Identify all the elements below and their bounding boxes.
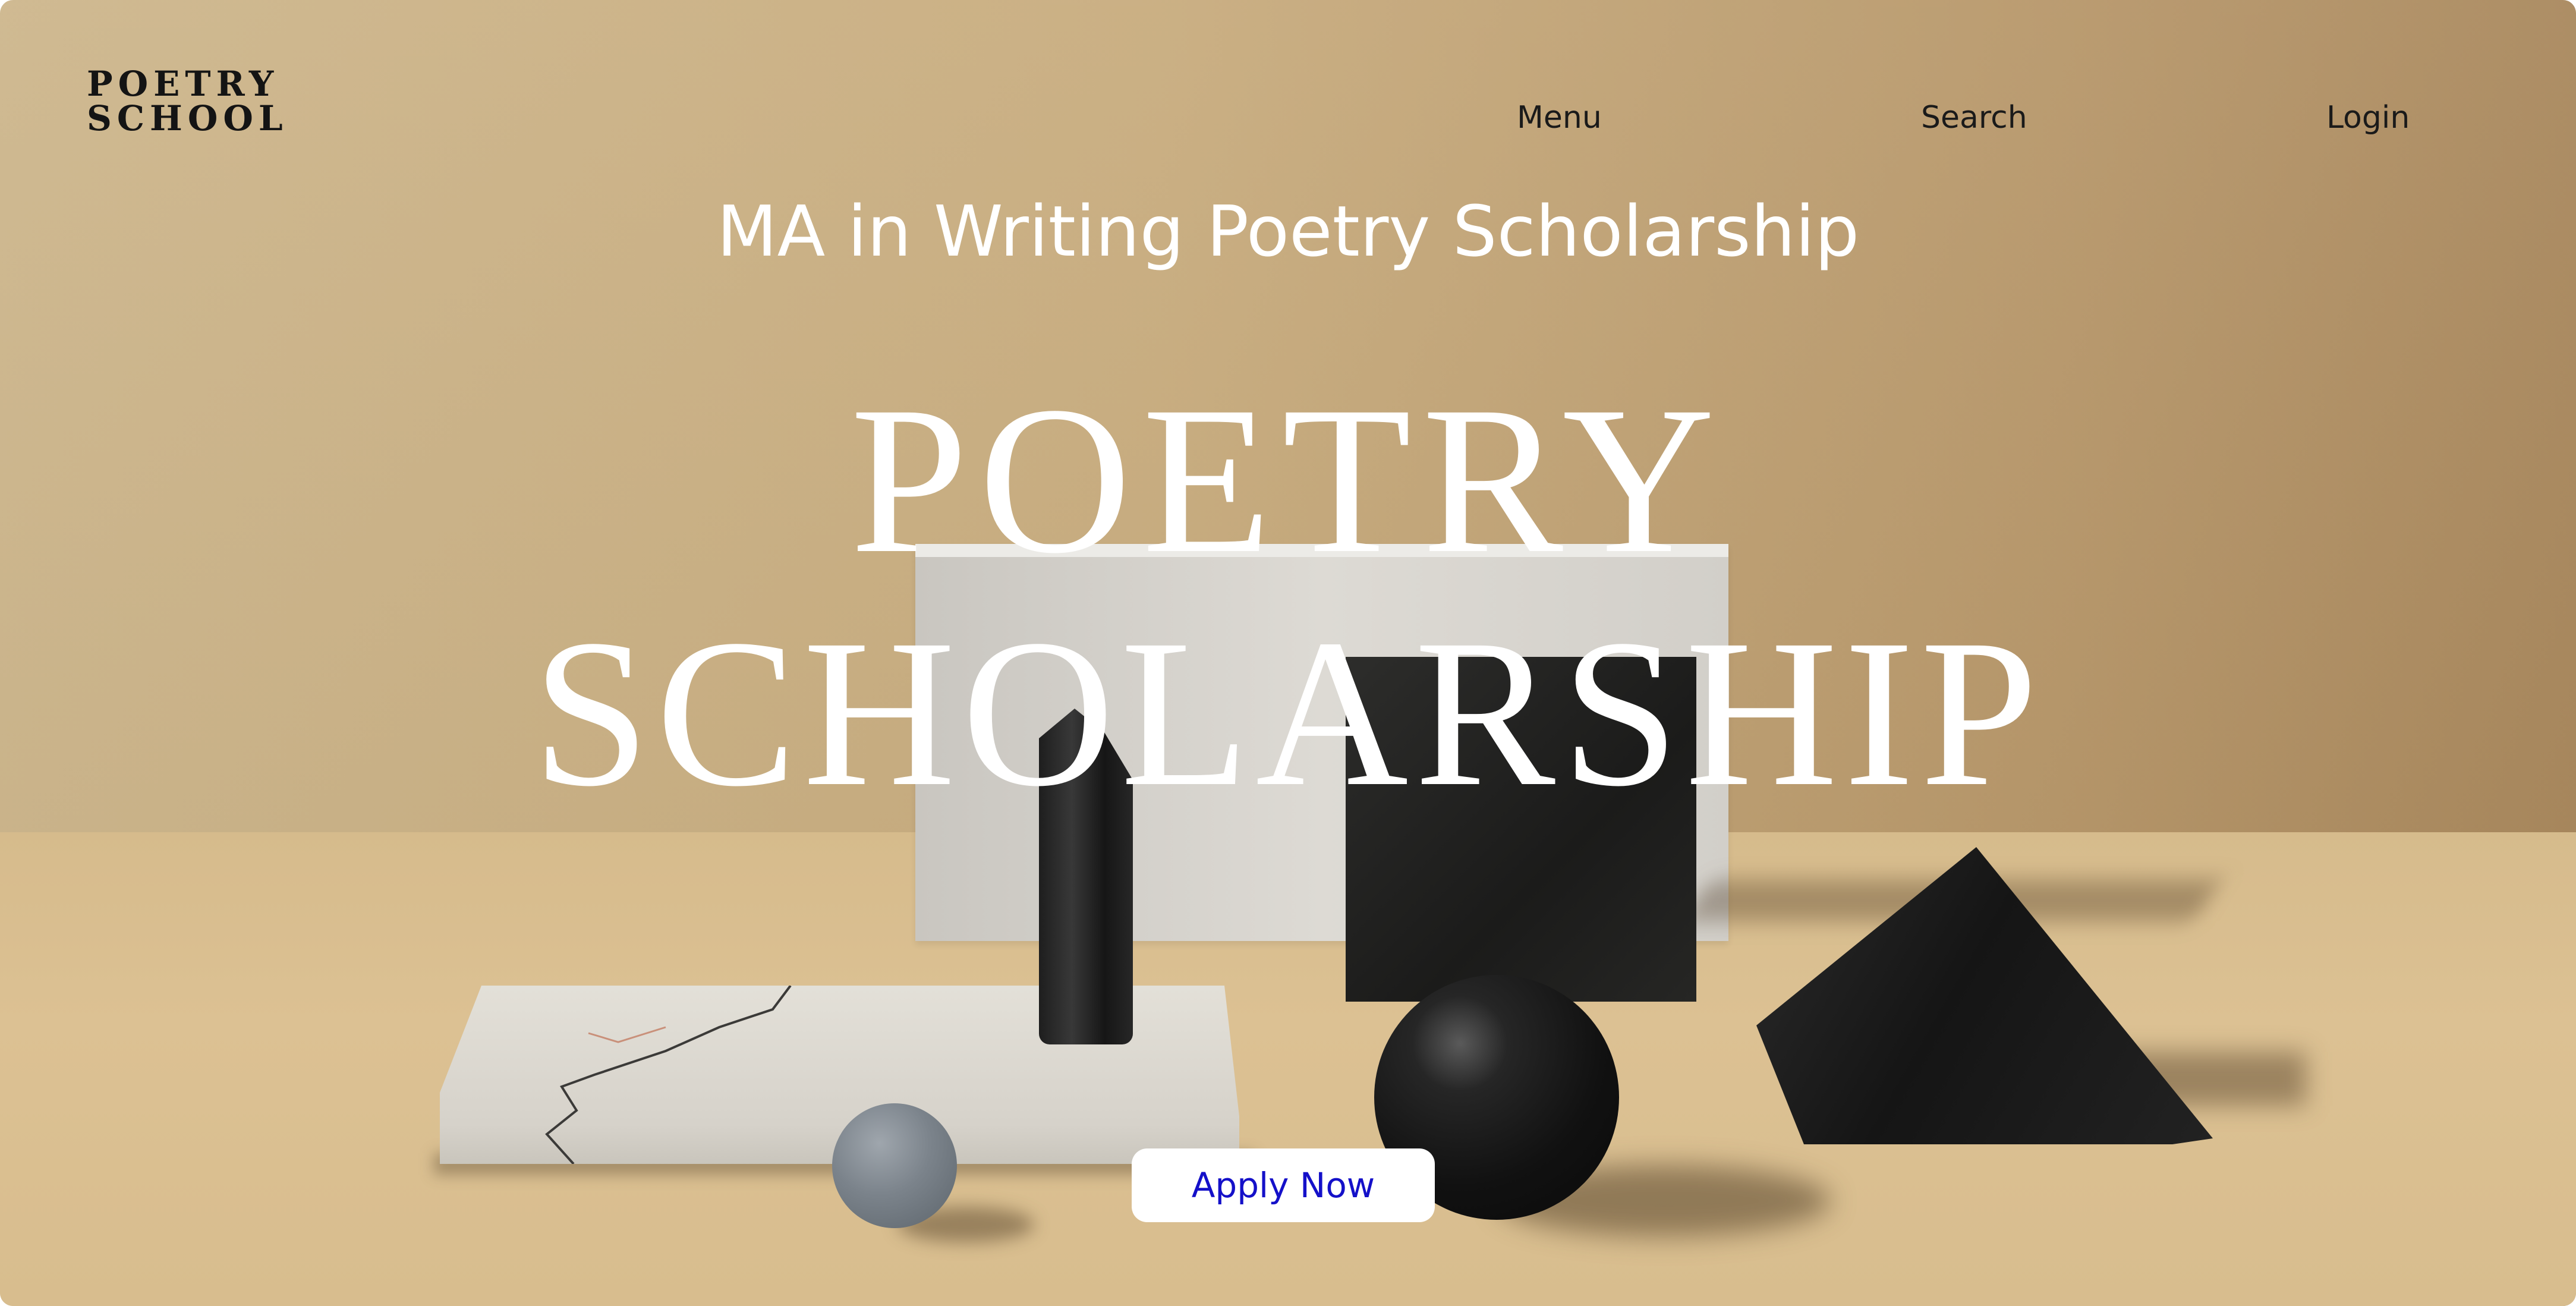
nav-search-link[interactable]: Search <box>1921 100 2027 136</box>
grey-sphere-sculpture <box>832 1103 957 1228</box>
nav-login-link[interactable]: Login <box>2326 100 2410 136</box>
site-logo[interactable]: POETRY SCHOOL <box>87 67 288 136</box>
hero-subtitle: MA in Writing Poetry Scholarship <box>716 190 1860 272</box>
hero-page: POETRY SCHOOL Menu Search Login MA in Wr… <box>0 0 2576 1306</box>
hero-headline-line-2: SCHOLARSHIP <box>532 596 2044 830</box>
nav-menu-link[interactable]: Menu <box>1517 100 1602 136</box>
logo-line-1: POETRY <box>87 64 279 104</box>
apply-now-button[interactable]: Apply Now <box>1132 1148 1435 1222</box>
hero-headline-line-1: POETRY <box>850 363 1726 597</box>
logo-line-2: SCHOOL <box>87 98 288 139</box>
